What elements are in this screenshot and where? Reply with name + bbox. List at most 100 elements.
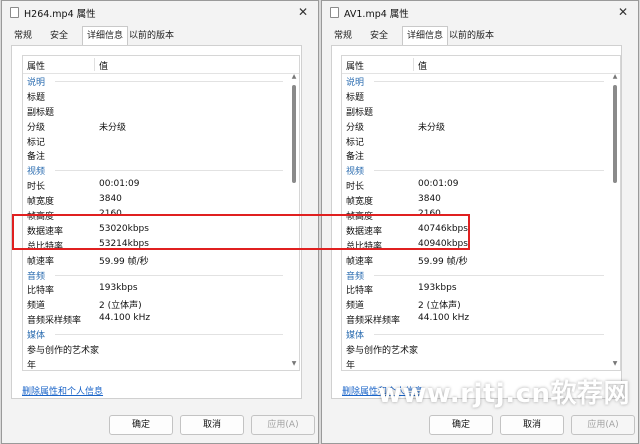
tab-security[interactable]: 安全 (370, 28, 388, 45)
property-row[interactable]: 比特率 193kbps (342, 281, 606, 296)
property-row[interactable]: 参与创作的艺术家 (342, 341, 606, 356)
property-row[interactable]: 标题 (342, 88, 606, 103)
close-button[interactable]: ✕ (295, 4, 311, 20)
property-name: 比特率 (346, 286, 374, 297)
property-row[interactable]: 备注 (23, 147, 285, 162)
property-row[interactable]: 频道 2 (立体声) (23, 296, 285, 311)
group-divider (374, 274, 604, 276)
property-row[interactable]: 副标题 (23, 103, 285, 118)
property-row[interactable]: 总比特率 40940kbps (342, 237, 606, 252)
group-header[interactable]: 说明 (342, 73, 606, 88)
property-row[interactable]: 总比特率 53214kbps (23, 237, 285, 252)
scroll-up-icon[interactable]: ▲ (290, 73, 298, 81)
cancel-button[interactable]: 取消 (500, 415, 564, 435)
property-row[interactable]: 频道 2 (立体声) (342, 296, 606, 311)
property-row[interactable]: 比特率 193kbps (23, 281, 285, 296)
group-label: 说明 (27, 78, 46, 88)
property-rows: 说明标题 副标题 分级 未分级标记 备注视频 时长 00:01:09 帧宽度 3840 帧高度 21… (23, 73, 285, 371)
group-header[interactable]: 媒体 (23, 326, 285, 341)
scroll-down-icon[interactable]: ▼ (290, 360, 298, 368)
property-row[interactable]: 时长 00:01:09 (342, 177, 606, 192)
property-value: 2160 (99, 209, 122, 220)
property-name: 年 (346, 360, 356, 371)
group-header[interactable]: 视频 (23, 162, 285, 177)
tab-previous-versions[interactable]: 以前的版本 (129, 28, 174, 45)
property-name: 帧高度 (346, 212, 374, 223)
property-value: 00:01:09 (418, 179, 459, 190)
property-value: 44.100 kHz (99, 313, 151, 324)
property-row[interactable]: 音频采样频率 44.100 kHz (342, 311, 606, 326)
scroll-down-icon[interactable]: ▼ (611, 360, 619, 368)
property-name: 帧高度 (27, 212, 55, 223)
column-header-property[interactable]: 属性 (346, 59, 364, 72)
tab-previous-versions[interactable]: 以前的版本 (449, 28, 494, 45)
property-value: 40746kbps (418, 223, 468, 234)
property-row[interactable]: 帧高度 2160 (23, 207, 285, 222)
group-divider (374, 170, 604, 172)
property-row[interactable]: 帧速率 59.99 帧/秒 (23, 252, 285, 267)
property-row[interactable]: 标记 (23, 133, 285, 148)
group-header[interactable]: 音频 (23, 267, 285, 282)
property-row[interactable]: 备注 (342, 147, 606, 162)
apply-button[interactable]: 应用(A) (251, 415, 315, 435)
property-row[interactable]: 数据速率 53020kbps (23, 222, 285, 237)
ok-button[interactable]: 确定 (109, 415, 173, 435)
properties-window-h264: H264.mp4 属性 ✕ 常规 安全 详细信息 以前的版本 属性 值 说明 标题… (1, 0, 319, 444)
group-divider (374, 81, 604, 82)
column-divider[interactable] (94, 58, 95, 71)
property-name: 标题 (27, 92, 46, 103)
property-name: 频道 (27, 301, 46, 312)
group-label: 视频 (27, 167, 46, 178)
scroll-up-icon[interactable]: ▲ (611, 73, 619, 81)
property-row[interactable]: 帧速率 59.99 帧/秒 (342, 252, 606, 267)
property-row[interactable]: 帧高度 2160 (342, 207, 606, 222)
tab-general[interactable]: 常规 (334, 28, 352, 45)
apply-button[interactable]: 应用(A) (571, 415, 635, 435)
property-name: 频道 (346, 301, 365, 312)
property-row[interactable]: 数据速率 40746kbps (342, 222, 606, 237)
column-header-value[interactable]: 值 (418, 59, 427, 72)
property-name: 帧速率 (27, 256, 55, 267)
group-header[interactable]: 说明 (23, 73, 285, 88)
scrollbar-thumb[interactable] (613, 85, 617, 183)
ok-button[interactable]: 确定 (429, 415, 493, 435)
property-value: 193kbps (99, 283, 138, 294)
scrollbar-thumb[interactable] (292, 85, 296, 183)
property-name: 标记 (27, 137, 46, 148)
property-row[interactable]: 分级 未分级 (342, 118, 606, 133)
property-name: 音频采样频率 (27, 316, 82, 327)
group-divider (374, 334, 604, 336)
property-row[interactable]: 年 (342, 356, 606, 371)
cancel-button[interactable]: 取消 (180, 415, 244, 435)
group-header[interactable]: 媒体 (342, 326, 606, 341)
tab-details[interactable]: 详细信息 (82, 26, 129, 46)
property-row[interactable]: 副标题 (342, 103, 606, 118)
property-row[interactable]: 标记 (342, 133, 606, 148)
property-value: 44.100 kHz (418, 313, 470, 324)
property-name: 总比特率 (27, 241, 64, 252)
property-row[interactable]: 帧宽度 3840 (342, 192, 606, 207)
property-row[interactable]: 标题 (23, 88, 285, 103)
close-button[interactable]: ✕ (615, 4, 631, 20)
property-row[interactable]: 时长 00:01:09 (23, 177, 285, 192)
group-header[interactable]: 视频 (342, 162, 606, 177)
group-header[interactable]: 音频 (342, 267, 606, 282)
property-row[interactable]: 音频采样频率 44.100 kHz (23, 311, 285, 326)
column-header-value[interactable]: 值 (99, 59, 108, 72)
tab-general[interactable]: 常规 (14, 28, 32, 45)
property-row[interactable]: 参与创作的艺术家 (23, 341, 285, 356)
property-name: 帧宽度 (346, 197, 374, 208)
property-name: 时长 (27, 182, 46, 193)
property-row[interactable]: 分级 未分级 (23, 118, 285, 133)
list-header: 属性 值 (23, 56, 299, 74)
tab-details[interactable]: 详细信息 (402, 26, 449, 46)
column-divider[interactable] (413, 58, 414, 71)
vertical-scrollbar[interactable]: ▲ ▼ (290, 73, 298, 370)
property-row[interactable]: 年 (23, 356, 285, 371)
remove-properties-link[interactable]: 删除属性和个人信息 (22, 384, 103, 397)
vertical-scrollbar[interactable]: ▲ ▼ (611, 73, 619, 370)
property-name: 年 (27, 360, 37, 371)
column-header-property[interactable]: 属性 (27, 59, 45, 72)
tab-security[interactable]: 安全 (50, 28, 68, 45)
property-row[interactable]: 帧宽度 3840 (23, 192, 285, 207)
